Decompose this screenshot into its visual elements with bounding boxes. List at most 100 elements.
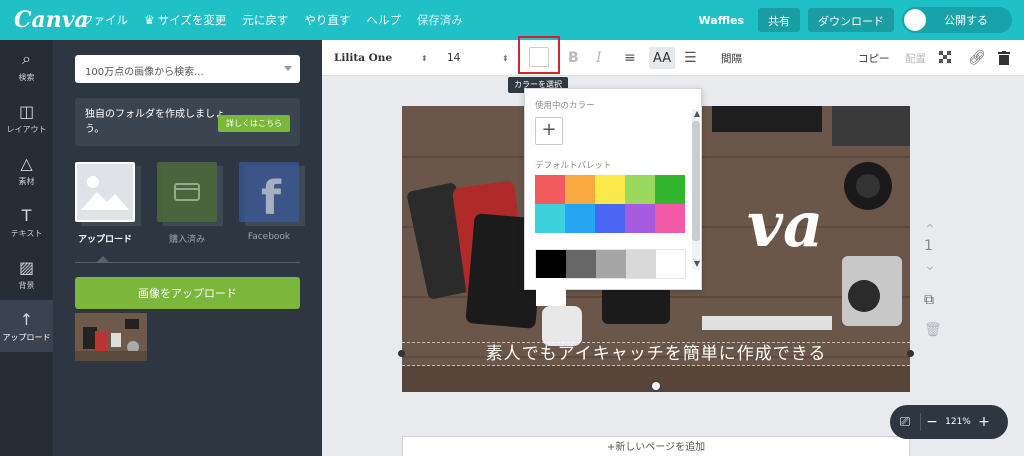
upload-image-button[interactable]: 画像をアップロード [75, 277, 300, 309]
popover-scrollbar[interactable] [692, 109, 700, 269]
chevron-up-icon[interactable]: ▲ [694, 109, 700, 118]
zoom-level: 121% [945, 417, 971, 427]
rail-item-upload[interactable]: ↑ アップロード [0, 300, 53, 352]
folder-promo-text: 独自のフォルダを作成しましょう。 [85, 109, 225, 135]
font-updown-icon[interactable]: ⬍ [421, 40, 428, 76]
present-icon[interactable]: ⎚ [890, 415, 920, 430]
color-swatch[interactable] [655, 204, 685, 233]
top-menu: ファイル ♛ サイズを変更 元に戻す やり直す ヘルプ 保存済み [82, 12, 479, 28]
share-button[interactable]: 共有 [758, 8, 800, 32]
color-swatch[interactable] [625, 204, 655, 233]
move-page-up-icon[interactable]: ⌃ [924, 222, 936, 238]
tab-label: アップロード [77, 235, 132, 245]
menu-help[interactable]: ヘルプ [366, 12, 401, 28]
toggle-knob [904, 9, 926, 31]
uploaded-image-thumbnail[interactable] [75, 313, 147, 361]
color-swatch[interactable] [535, 204, 565, 233]
link-icon[interactable]: 🔗︎ [968, 40, 986, 76]
color-swatch[interactable] [626, 250, 656, 278]
font-size-selector[interactable]: 14 [447, 40, 460, 76]
list-icon[interactable]: ☰ [684, 40, 697, 76]
delete-page-icon[interactable]: 🗑︎ [924, 322, 942, 338]
crown-icon: ♛ [144, 13, 155, 27]
publish-label: 公開する [944, 14, 988, 27]
canva-logo[interactable]: Canva [14, 7, 89, 33]
color-swatch[interactable] [536, 278, 566, 306]
canvas-caption-text[interactable]: 素人でもアイキャッチを簡単に作成できる [402, 342, 910, 366]
italic-icon[interactable]: I [596, 40, 602, 76]
side-panel: 100万点の画像から検索... 独自のフォルダを作成しましょう。 詳しくはこちら… [53, 40, 322, 456]
left-rail: ⌕ 検索 ◫ レイアウト △ 素材 T テキスト ▨ 背景 ↑ アップロード [0, 40, 53, 456]
facebook-icon: f [239, 162, 299, 225]
upload-icon: ↑ [19, 309, 34, 329]
color-swatch[interactable] [596, 250, 626, 278]
rail-item-background[interactable]: ▨ 背景 [0, 248, 53, 300]
color-swatch[interactable] [625, 175, 655, 204]
upload-image-icon [75, 162, 135, 222]
publish-toggle[interactable]: 公開する [902, 7, 1012, 33]
add-page-button[interactable]: +新しいページを追加 [402, 436, 910, 456]
default-palette-heading: デフォルトパレット [535, 161, 612, 171]
add-color-button[interactable]: + [535, 117, 563, 145]
color-swatch[interactable] [595, 204, 625, 233]
svg-text:f: f [261, 171, 282, 222]
tab-label: Facebook [247, 232, 291, 242]
rail-item-text[interactable]: T テキスト [0, 196, 53, 248]
color-swatch[interactable] [535, 175, 565, 204]
resize-handle-right[interactable] [907, 350, 914, 357]
download-button[interactable]: ダウンロード [808, 8, 894, 32]
elements-icon: △ [20, 153, 33, 173]
color-swatch[interactable] [536, 250, 566, 278]
font-selector[interactable]: Lilita One [334, 40, 392, 76]
zoom-out-button[interactable]: − [921, 414, 943, 430]
gray-swatches [535, 249, 686, 306]
chevron-down-icon [284, 66, 292, 71]
size-updown-icon[interactable]: ⬍ [502, 40, 509, 76]
trash-icon[interactable] [998, 40, 1010, 76]
resize-handle-left[interactable] [398, 350, 405, 357]
transparency-icon[interactable] [939, 40, 953, 76]
rail-item-layout[interactable]: ◫ レイアウト [0, 92, 53, 144]
copy-button[interactable]: コピー [858, 40, 890, 76]
used-colors-heading: 使用中のカラー [535, 101, 595, 111]
color-swatch[interactable] [566, 250, 596, 278]
spacing-button[interactable]: 間隔 [721, 40, 742, 76]
chevron-down-icon[interactable]: ▼ [694, 259, 700, 268]
team-name[interactable]: Waffles [699, 14, 744, 27]
bold-icon[interactable]: B [568, 40, 579, 76]
image-search-input[interactable]: 100万点の画像から検索... [75, 55, 300, 83]
menu-undo[interactable]: 元に戻す [242, 12, 288, 28]
save-status: 保存済み [416, 13, 463, 27]
text-icon: T [21, 205, 32, 225]
uppercase-icon[interactable]: AA [649, 47, 676, 69]
layout-icon: ◫ [18, 101, 35, 121]
zoom-in-button[interactable]: + [973, 414, 995, 430]
rail-item-search[interactable]: ⌕ 検索 [0, 40, 53, 92]
menu-file[interactable]: ファイル [82, 12, 128, 28]
panel-divider [75, 262, 300, 263]
tab-upload[interactable]: アップロード [75, 162, 141, 245]
rail-item-elements[interactable]: △ 素材 [0, 144, 53, 196]
tab-purchased[interactable]: 購入済み [157, 162, 223, 245]
canvas-script-text[interactable]: va [747, 188, 823, 261]
color-swatch[interactable] [595, 175, 625, 204]
arrange-button[interactable]: 配置 [905, 40, 926, 76]
align-center-icon[interactable]: ≡ [624, 40, 636, 76]
search-icon: ⌕ [22, 49, 31, 68]
tab-facebook[interactable]: f Facebook [239, 162, 305, 242]
current-color-swatch [529, 47, 549, 67]
menu-resize[interactable]: ♛ サイズを変更 [144, 12, 226, 28]
top-right-controls: Waffles 共有 ダウンロード 公開する [699, 7, 1012, 33]
learn-more-button[interactable]: 詳しくはこちら [218, 115, 290, 132]
color-swatch[interactable] [655, 175, 685, 204]
color-swatch[interactable] [565, 204, 595, 233]
duplicate-page-icon[interactable]: ⧉ [924, 292, 934, 308]
color-swatch[interactable] [565, 175, 595, 204]
upload-source-tabs: アップロード 購入済み f Facebook [75, 162, 305, 245]
palette-swatches [535, 175, 686, 233]
rotate-handle-icon[interactable] [650, 380, 662, 392]
menu-redo[interactable]: やり直す [304, 12, 350, 28]
move-page-down-icon[interactable]: ⌄ [924, 258, 936, 274]
card-icon [157, 162, 217, 222]
color-picker-button[interactable] [518, 36, 560, 74]
